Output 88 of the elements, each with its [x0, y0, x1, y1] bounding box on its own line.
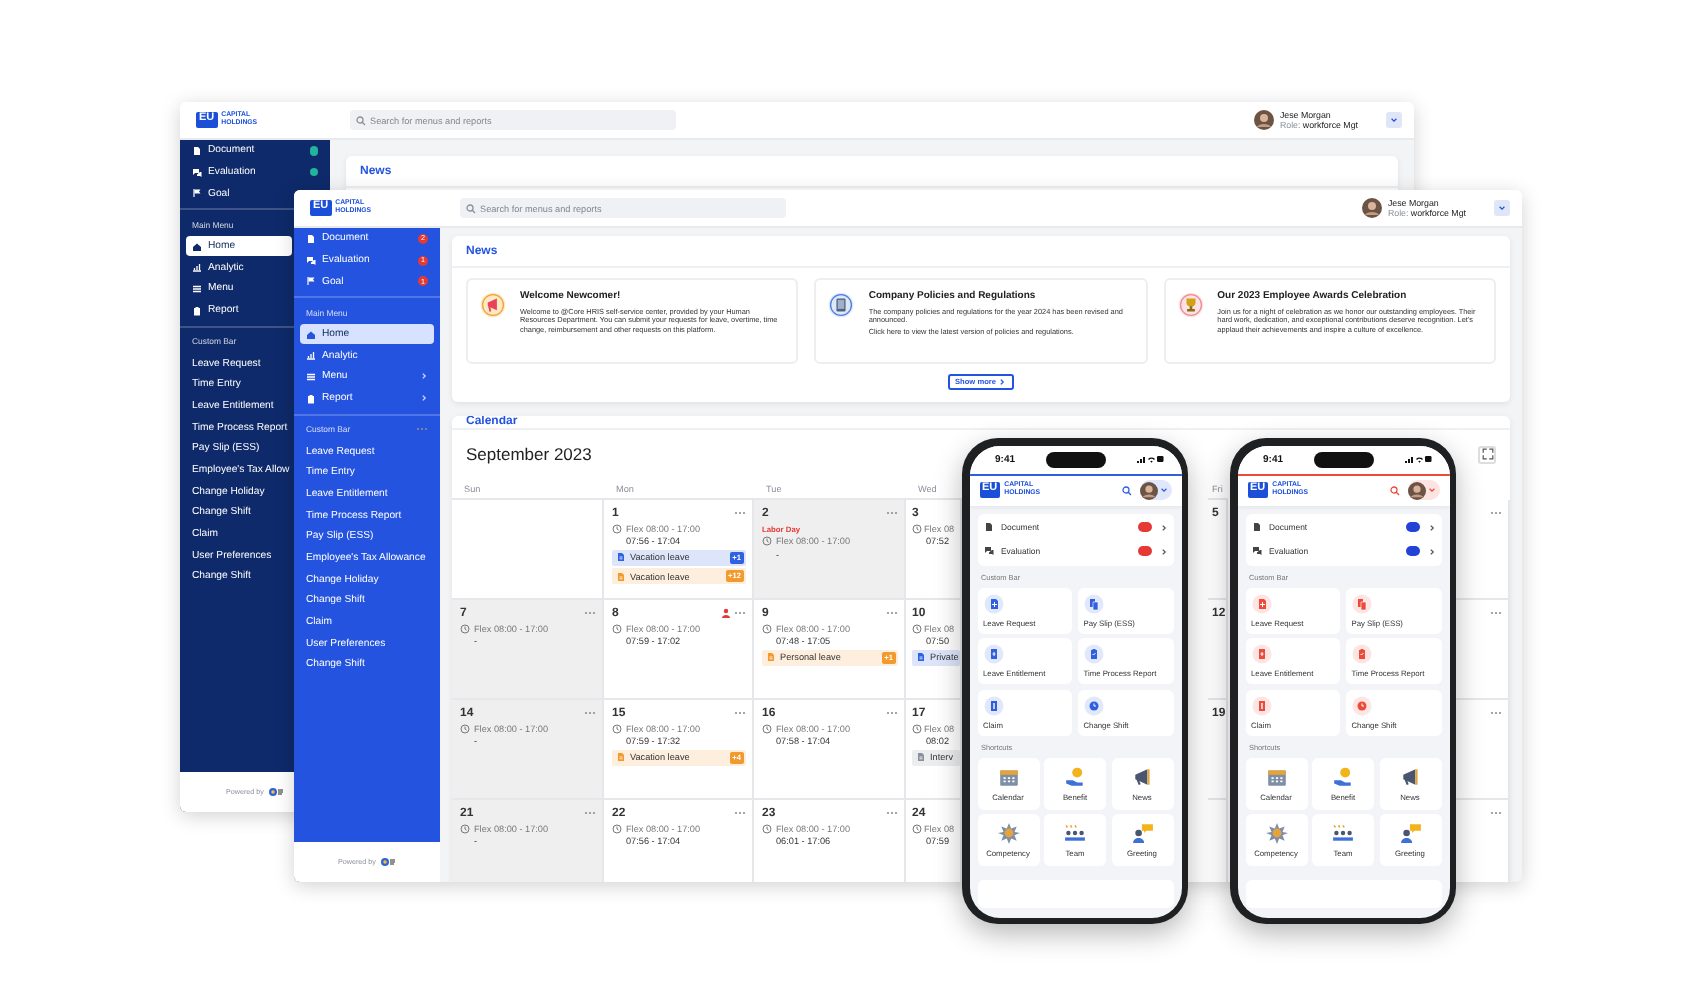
clock-icon — [612, 723, 622, 733]
chevron-right-icon — [1159, 547, 1167, 555]
avatar — [1407, 481, 1425, 499]
clipboard-icon — [1351, 644, 1372, 664]
chevron-right-icon — [1159, 523, 1167, 531]
team-icon — [1064, 822, 1086, 844]
clock-icon — [762, 536, 772, 546]
brand-logo-icon — [379, 856, 396, 868]
clock-icon — [460, 623, 470, 633]
clock-icon — [762, 823, 772, 833]
avatar — [1361, 198, 1382, 218]
account-menu-button[interactable] — [1407, 480, 1439, 500]
document-icon — [1251, 522, 1261, 532]
search-icon — [466, 203, 476, 213]
chart-icon — [192, 262, 202, 273]
star-badge-icon — [997, 822, 1019, 844]
team-icon — [1332, 822, 1354, 844]
trophy-icon — [1177, 292, 1204, 318]
clock-icon — [912, 523, 922, 533]
clock-icon — [762, 623, 772, 633]
chat-icon — [1251, 546, 1261, 556]
expand-button[interactable] — [1478, 445, 1496, 463]
flag-icon — [306, 276, 316, 287]
signal-wifi-battery-icon — [1135, 454, 1163, 464]
document-icon — [983, 695, 1003, 715]
home-icon — [306, 329, 316, 340]
month-label: September 2023 — [466, 444, 592, 464]
document-icon — [1251, 695, 1271, 715]
chevron-right-icon — [1427, 523, 1435, 531]
clipboard-icon — [306, 393, 316, 404]
chevron-down-icon — [1498, 204, 1506, 212]
clock-icon — [762, 723, 772, 733]
clock-icon — [612, 623, 622, 633]
clock-icon — [1083, 695, 1104, 715]
document-icon — [983, 522, 993, 532]
document-plus-icon — [983, 593, 1003, 613]
clipboard-icon — [192, 305, 202, 316]
megaphone-icon — [1131, 765, 1153, 787]
chevron-down-icon — [1159, 486, 1167, 494]
menu-icon — [192, 283, 202, 294]
clock-icon — [1351, 695, 1372, 715]
document-plus-icon — [1251, 593, 1271, 613]
megaphone-icon — [1399, 765, 1421, 787]
documents-icon — [1083, 593, 1104, 613]
clock-icon — [912, 623, 922, 633]
megaphone-icon — [480, 292, 506, 318]
chevron-right-icon — [1427, 547, 1435, 555]
chat-icon — [306, 255, 316, 266]
chevron-right-icon — [998, 378, 1007, 386]
chevron-down-icon — [1427, 486, 1435, 494]
calendar-icon — [997, 765, 1019, 787]
signal-wifi-battery-icon — [1403, 454, 1431, 464]
flag-icon — [192, 188, 202, 199]
clock-icon — [460, 723, 470, 733]
news-card[interactable] — [466, 278, 799, 364]
calendar-icon — [1265, 765, 1287, 787]
document-icon — [306, 233, 316, 244]
home-icon — [192, 241, 202, 252]
notch-icon — [1313, 451, 1373, 467]
documents-icon — [1351, 593, 1372, 613]
notch-icon — [1045, 451, 1105, 467]
document-icon — [1251, 644, 1271, 664]
chat-icon — [983, 546, 993, 556]
clock-icon — [612, 523, 622, 533]
brand-logo-icon — [267, 786, 284, 798]
tablet-icon — [828, 292, 855, 318]
menu-icon — [306, 371, 316, 382]
chat-person-icon — [1131, 822, 1153, 844]
chat-icon — [192, 167, 202, 178]
avatar — [1139, 481, 1157, 499]
star-badge-icon — [1265, 822, 1287, 844]
coin-hand-icon — [1332, 765, 1354, 787]
avatar — [1253, 110, 1274, 130]
clock-icon — [460, 823, 470, 833]
chat-person-icon — [1399, 822, 1421, 844]
chart-icon — [306, 350, 316, 361]
account-menu-button[interactable] — [1139, 480, 1171, 500]
clipboard-icon — [1083, 644, 1104, 664]
clock-icon — [912, 723, 922, 733]
coin-hand-icon — [1064, 765, 1086, 787]
chevron-down-icon — [1390, 116, 1398, 124]
search-icon — [356, 115, 366, 125]
clock-icon — [612, 823, 622, 833]
expand-icon — [1481, 448, 1493, 460]
clock-icon — [912, 823, 922, 833]
document-icon — [192, 145, 202, 156]
news-card[interactable] — [1163, 278, 1496, 364]
document-icon — [983, 644, 1003, 664]
